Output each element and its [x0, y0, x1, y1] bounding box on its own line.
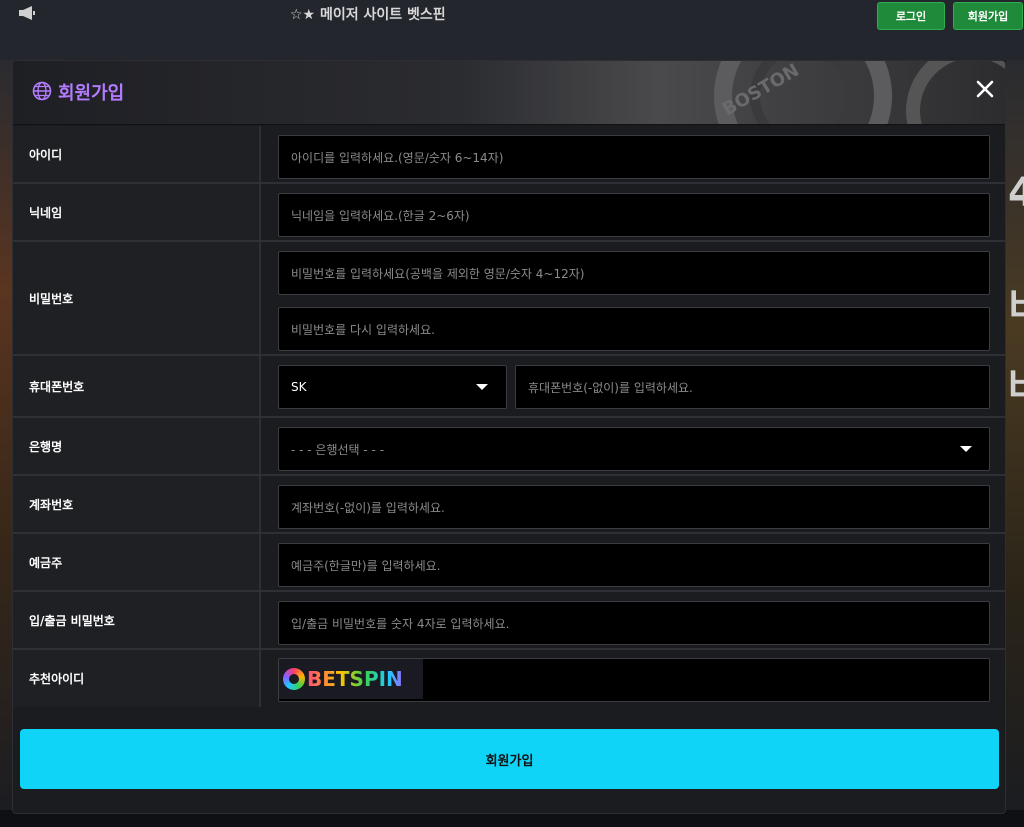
holder-row: 예금주 예금주(한글만)를 입력하세요.: [13, 534, 1005, 592]
username-row: 아이디 아이디를 입력하세요.(영문/숫자 6~14자): [13, 126, 1005, 184]
betspin-ring-icon: [283, 668, 305, 690]
modal-header: BOSTON 회원가입: [13, 61, 1005, 125]
chevron-down-icon: [960, 446, 972, 452]
modal-title: 회원가입: [58, 83, 125, 104]
account-row: 계좌번호 계좌번호(-없이)를 입력하세요.: [13, 476, 1005, 534]
background-text: 바: [1008, 355, 1024, 413]
nickname-row: 닉네임 닉네임을 입력하세요.(한글 2~6자): [13, 184, 1005, 242]
globe-icon: [32, 81, 52, 101]
submit-area: 회원가입: [13, 707, 1005, 813]
phone-row: 휴대폰번호 SK 휴대폰번호(-없이)를 입력하세요.: [13, 356, 1005, 418]
withdraw-password-input[interactable]: 입/출금 비밀번호를 숫자 4자로 입력하세요.: [278, 601, 990, 645]
account-label: 계좌번호: [13, 476, 261, 532]
signup-modal: BOSTON 회원가입 아이디 아이디를 입력하세요.(영문/숫자 6~14자)…: [12, 60, 1006, 814]
betspin-logo: BETSPIN: [279, 659, 423, 699]
chevron-down-icon: [476, 384, 488, 390]
top-bar: ☆★ 메이저 사이트 벳스핀 로그인 회원가입: [0, 0, 1024, 60]
username-input[interactable]: 아이디를 입력하세요.(영문/숫자 6~14자): [278, 135, 990, 179]
password-input[interactable]: 비밀번호를 입력하세요(공백을 제외한 영문/숫자 4~12자): [278, 251, 990, 295]
megaphone-icon: [19, 6, 35, 20]
phone-label: 휴대폰번호: [13, 356, 261, 416]
signup-submit-button[interactable]: 회원가입: [20, 729, 999, 789]
holder-input[interactable]: 예금주(한글만)를 입력하세요.: [278, 543, 990, 587]
bank-label: 은행명: [13, 418, 261, 474]
nickname-input[interactable]: 닉네임을 입력하세요.(한글 2~6자): [278, 193, 990, 237]
header-decoration: BOSTON: [714, 61, 1005, 124]
phone-input[interactable]: 휴대폰번호(-없이)를 입력하세요.: [515, 365, 990, 409]
referrer-input[interactable]: BETSPIN: [278, 658, 990, 702]
background-text: 비: [1008, 275, 1024, 333]
referrer-label: 추천아이디: [13, 650, 261, 707]
password-label: 비밀번호: [13, 242, 261, 354]
password-row: 비밀번호 비밀번호를 입력하세요(공백을 제외한 영문/숫자 4~12자) 비밀…: [13, 242, 1005, 356]
referrer-row: 추천아이디 BETSPIN: [13, 650, 1005, 707]
withdraw-password-row: 입/출금 비밀번호 입/출금 비밀번호를 숫자 4자로 입력하세요.: [13, 592, 1005, 650]
password-confirm-input[interactable]: 비밀번호를 다시 입력하세요.: [278, 307, 990, 351]
carrier-select-value: SK: [291, 380, 307, 394]
bank-row: 은행명 - - - 은행선택 - - -: [13, 418, 1005, 476]
carrier-select[interactable]: SK: [278, 365, 507, 409]
bank-select[interactable]: - - - 은행선택 - - -: [278, 427, 990, 471]
account-input[interactable]: 계좌번호(-없이)를 입력하세요.: [278, 485, 990, 529]
notice-marquee: ☆★ 메이저 사이트 벳스핀: [290, 7, 446, 23]
withdraw-password-label: 입/출금 비밀번호: [13, 592, 261, 648]
signup-top-button[interactable]: 회원가입: [953, 2, 1023, 30]
background-text: 4: [1008, 170, 1024, 216]
bank-select-value: - - - 은행선택 - - -: [291, 442, 385, 457]
close-icon[interactable]: [975, 79, 995, 99]
nickname-label: 닉네임: [13, 184, 261, 240]
referrer-value: BETSPIN: [307, 667, 403, 691]
username-label: 아이디: [13, 126, 261, 182]
login-button[interactable]: 로그인: [877, 2, 945, 30]
holder-label: 예금주: [13, 534, 261, 590]
